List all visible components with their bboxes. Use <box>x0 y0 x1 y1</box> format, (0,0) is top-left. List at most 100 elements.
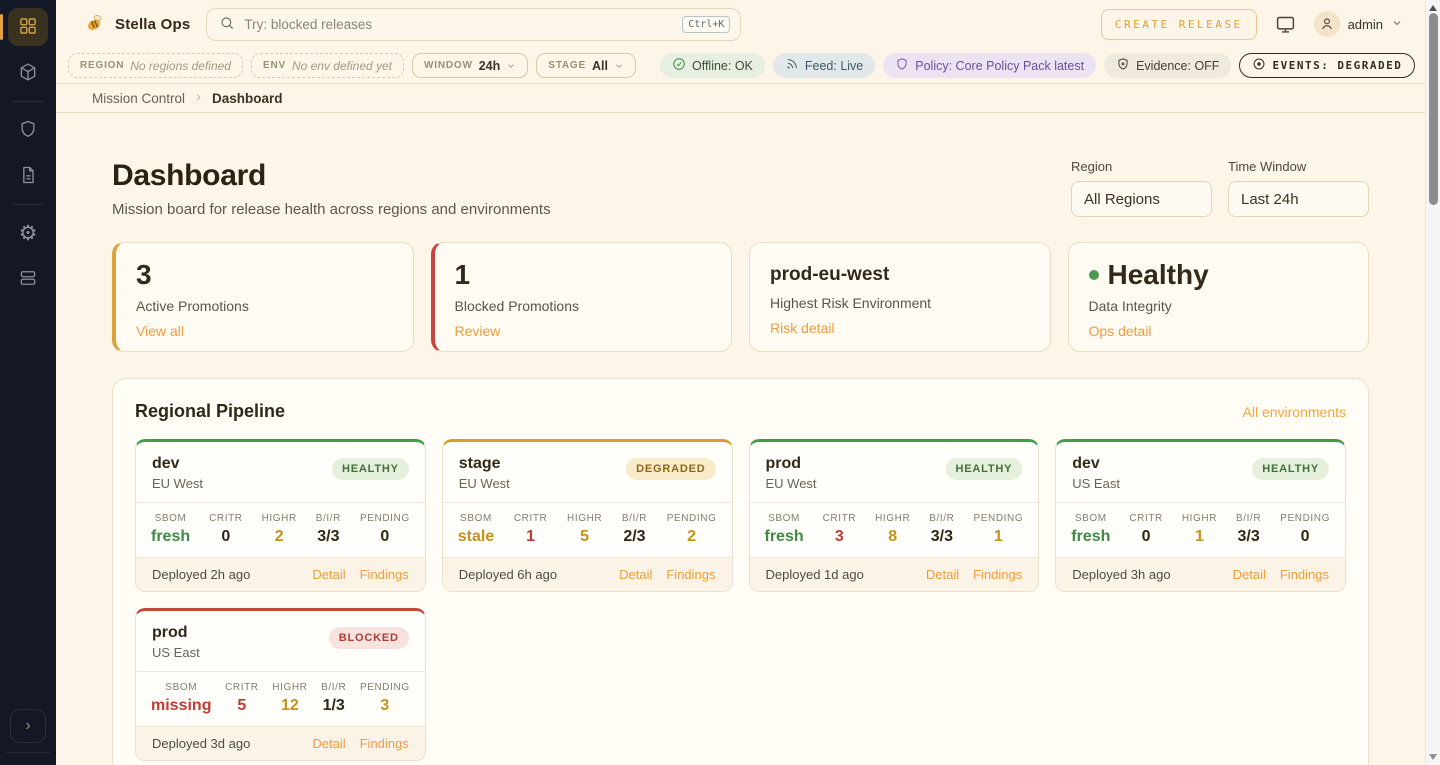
metric-value: fresh <box>1071 528 1110 546</box>
metric-label: CRITR <box>1129 513 1163 524</box>
bee-logo-icon <box>84 12 106 37</box>
risk-detail-link[interactable]: Risk detail <box>770 320 835 336</box>
env-name: prod <box>152 624 200 642</box>
metric-value: 5 <box>567 528 602 546</box>
search-input[interactable] <box>244 17 673 32</box>
detail-link[interactable]: Detail <box>619 567 652 582</box>
findings-link[interactable]: Findings <box>1280 567 1329 582</box>
detail-link[interactable]: Detail <box>926 567 959 582</box>
breadcrumb-parent[interactable]: Mission Control <box>92 91 185 106</box>
sidebar-item-documents[interactable] <box>8 157 48 195</box>
metric-value: 2 <box>667 528 717 546</box>
sidebar-divider <box>13 204 43 205</box>
ops-detail-link[interactable]: Ops detail <box>1089 323 1152 339</box>
env-filter-chip[interactable]: ENV No env defined yet <box>251 53 404 78</box>
metric-value: missing <box>151 697 211 715</box>
metric-label: B/I/R <box>929 513 954 524</box>
sidebar-item-dashboard[interactable] <box>8 8 48 46</box>
metric-value: 3/3 <box>929 528 954 546</box>
metric-label: HIGHR <box>567 513 602 524</box>
feed-status-pill[interactable]: Feed: Live <box>773 53 875 78</box>
sidebar-divider <box>13 101 43 102</box>
metric-label: HIGHR <box>272 682 307 693</box>
metric-value: stale <box>458 528 494 546</box>
sidebar-item-infrastructure[interactable] <box>8 260 48 298</box>
detail-link[interactable]: Detail <box>1233 567 1266 582</box>
chevron-down-icon <box>1391 16 1403 32</box>
health-dot-icon <box>1089 270 1099 280</box>
breadcrumb-current: Dashboard <box>212 91 283 106</box>
time-window-select[interactable]: Last 24h <box>1228 181 1369 217</box>
metric-value: 0 <box>1129 528 1163 546</box>
evidence-status-pill[interactable]: Evidence: OFF <box>1104 53 1231 78</box>
chip-value: No regions defined <box>130 59 231 73</box>
stat-card-active-promotions: 3 Active Promotions View all <box>112 242 414 352</box>
findings-link[interactable]: Findings <box>666 567 715 582</box>
stage-filter-chip[interactable]: STAGE All <box>536 53 636 78</box>
metric-label: PENDING <box>973 513 1023 524</box>
window-filter-chip[interactable]: WINDOW 24h <box>412 53 528 78</box>
scroll-up-arrow[interactable] <box>1429 5 1437 11</box>
create-release-button[interactable]: CREATE RELEASE <box>1101 9 1257 40</box>
global-search[interactable]: Ctrl+K <box>206 8 741 41</box>
metric-label: SBOM <box>765 513 804 524</box>
monitor-icon[interactable] <box>1275 14 1296 35</box>
sidebar-item-settings[interactable]: ⚙ <box>8 214 48 252</box>
package-icon <box>18 62 38 85</box>
metric-value: 3 <box>823 528 857 546</box>
app-root: ⚙ › Stel <box>0 0 1440 765</box>
sidebar-item-releases[interactable] <box>8 54 48 92</box>
metric-value: 2/3 <box>622 528 647 546</box>
scrollbar-thumb[interactable] <box>1429 13 1438 205</box>
region-select[interactable]: All Regions <box>1071 181 1212 217</box>
stat-label: Data Integrity <box>1089 298 1349 314</box>
findings-link[interactable]: Findings <box>360 567 409 582</box>
status-text: Feed: Live <box>805 59 863 73</box>
target-icon <box>1252 57 1266 74</box>
metric-value: 3/3 <box>1236 528 1261 546</box>
stat-label: Highest Risk Environment <box>770 295 1030 311</box>
brand: Stella Ops <box>84 12 190 37</box>
detail-link[interactable]: Detail <box>312 736 345 751</box>
context-bar: REGION No regions defined ENV No env def… <box>56 48 1425 84</box>
sidebar-item-security[interactable] <box>8 111 48 149</box>
metric-label: HIGHR <box>262 513 297 524</box>
metric-label: CRITR <box>225 682 259 693</box>
stat-value: prod-eu-west <box>770 260 1030 286</box>
env-region: EU West <box>766 476 817 491</box>
status-badge: HEALTHY <box>1252 458 1329 480</box>
env-card-prod-us-east: prod US East BLOCKED SBOMmissing CRITR5 … <box>135 608 426 761</box>
metric-value: fresh <box>765 528 804 546</box>
findings-link[interactable]: Findings <box>973 567 1022 582</box>
time-window-select-label: Time Window <box>1228 159 1369 174</box>
events-status-pill[interactable]: EVENTS: DEGRADED <box>1239 53 1415 78</box>
detail-link[interactable]: Detail <box>312 567 345 582</box>
view-all-link[interactable]: View all <box>136 323 184 339</box>
environment-grid: dev EU West HEALTHY SBOM fresh CRITR 0 HIG… <box>135 439 1346 761</box>
metric-label: SBOM <box>458 513 494 524</box>
metric-value: 3/3 <box>316 528 341 546</box>
offline-status-pill[interactable]: Offline: OK <box>660 53 765 78</box>
review-link[interactable]: Review <box>455 323 501 339</box>
grid-icon <box>18 16 38 39</box>
findings-link[interactable]: Findings <box>360 736 409 751</box>
status-badge: HEALTHY <box>946 458 1023 480</box>
chevron-down-icon <box>614 58 624 74</box>
chevron-down-icon <box>506 58 516 74</box>
policy-status-pill[interactable]: Policy: Core Policy Pack latest <box>883 53 1096 78</box>
user-menu[interactable]: admin <box>1314 11 1403 37</box>
all-environments-link[interactable]: All environments <box>1243 404 1347 420</box>
metric-label: PENDING <box>360 513 410 524</box>
shield-icon <box>18 119 38 142</box>
env-name: dev <box>1072 455 1120 473</box>
env-region: EU West <box>459 476 510 491</box>
scroll-down-arrow[interactable] <box>1429 754 1437 760</box>
sidebar-expand-button[interactable]: › <box>10 709 46 743</box>
sidebar-divider <box>6 752 50 753</box>
stat-value: Healthy <box>1108 260 1209 291</box>
metric-label: HIGHR <box>1182 513 1217 524</box>
content-area: Dashboard Mission board for release heal… <box>56 113 1425 765</box>
region-filter-chip[interactable]: REGION No regions defined <box>68 53 243 78</box>
vertical-scrollbar[interactable] <box>1425 0 1440 765</box>
deployed-timestamp: Deployed 3h ago <box>1072 567 1170 582</box>
